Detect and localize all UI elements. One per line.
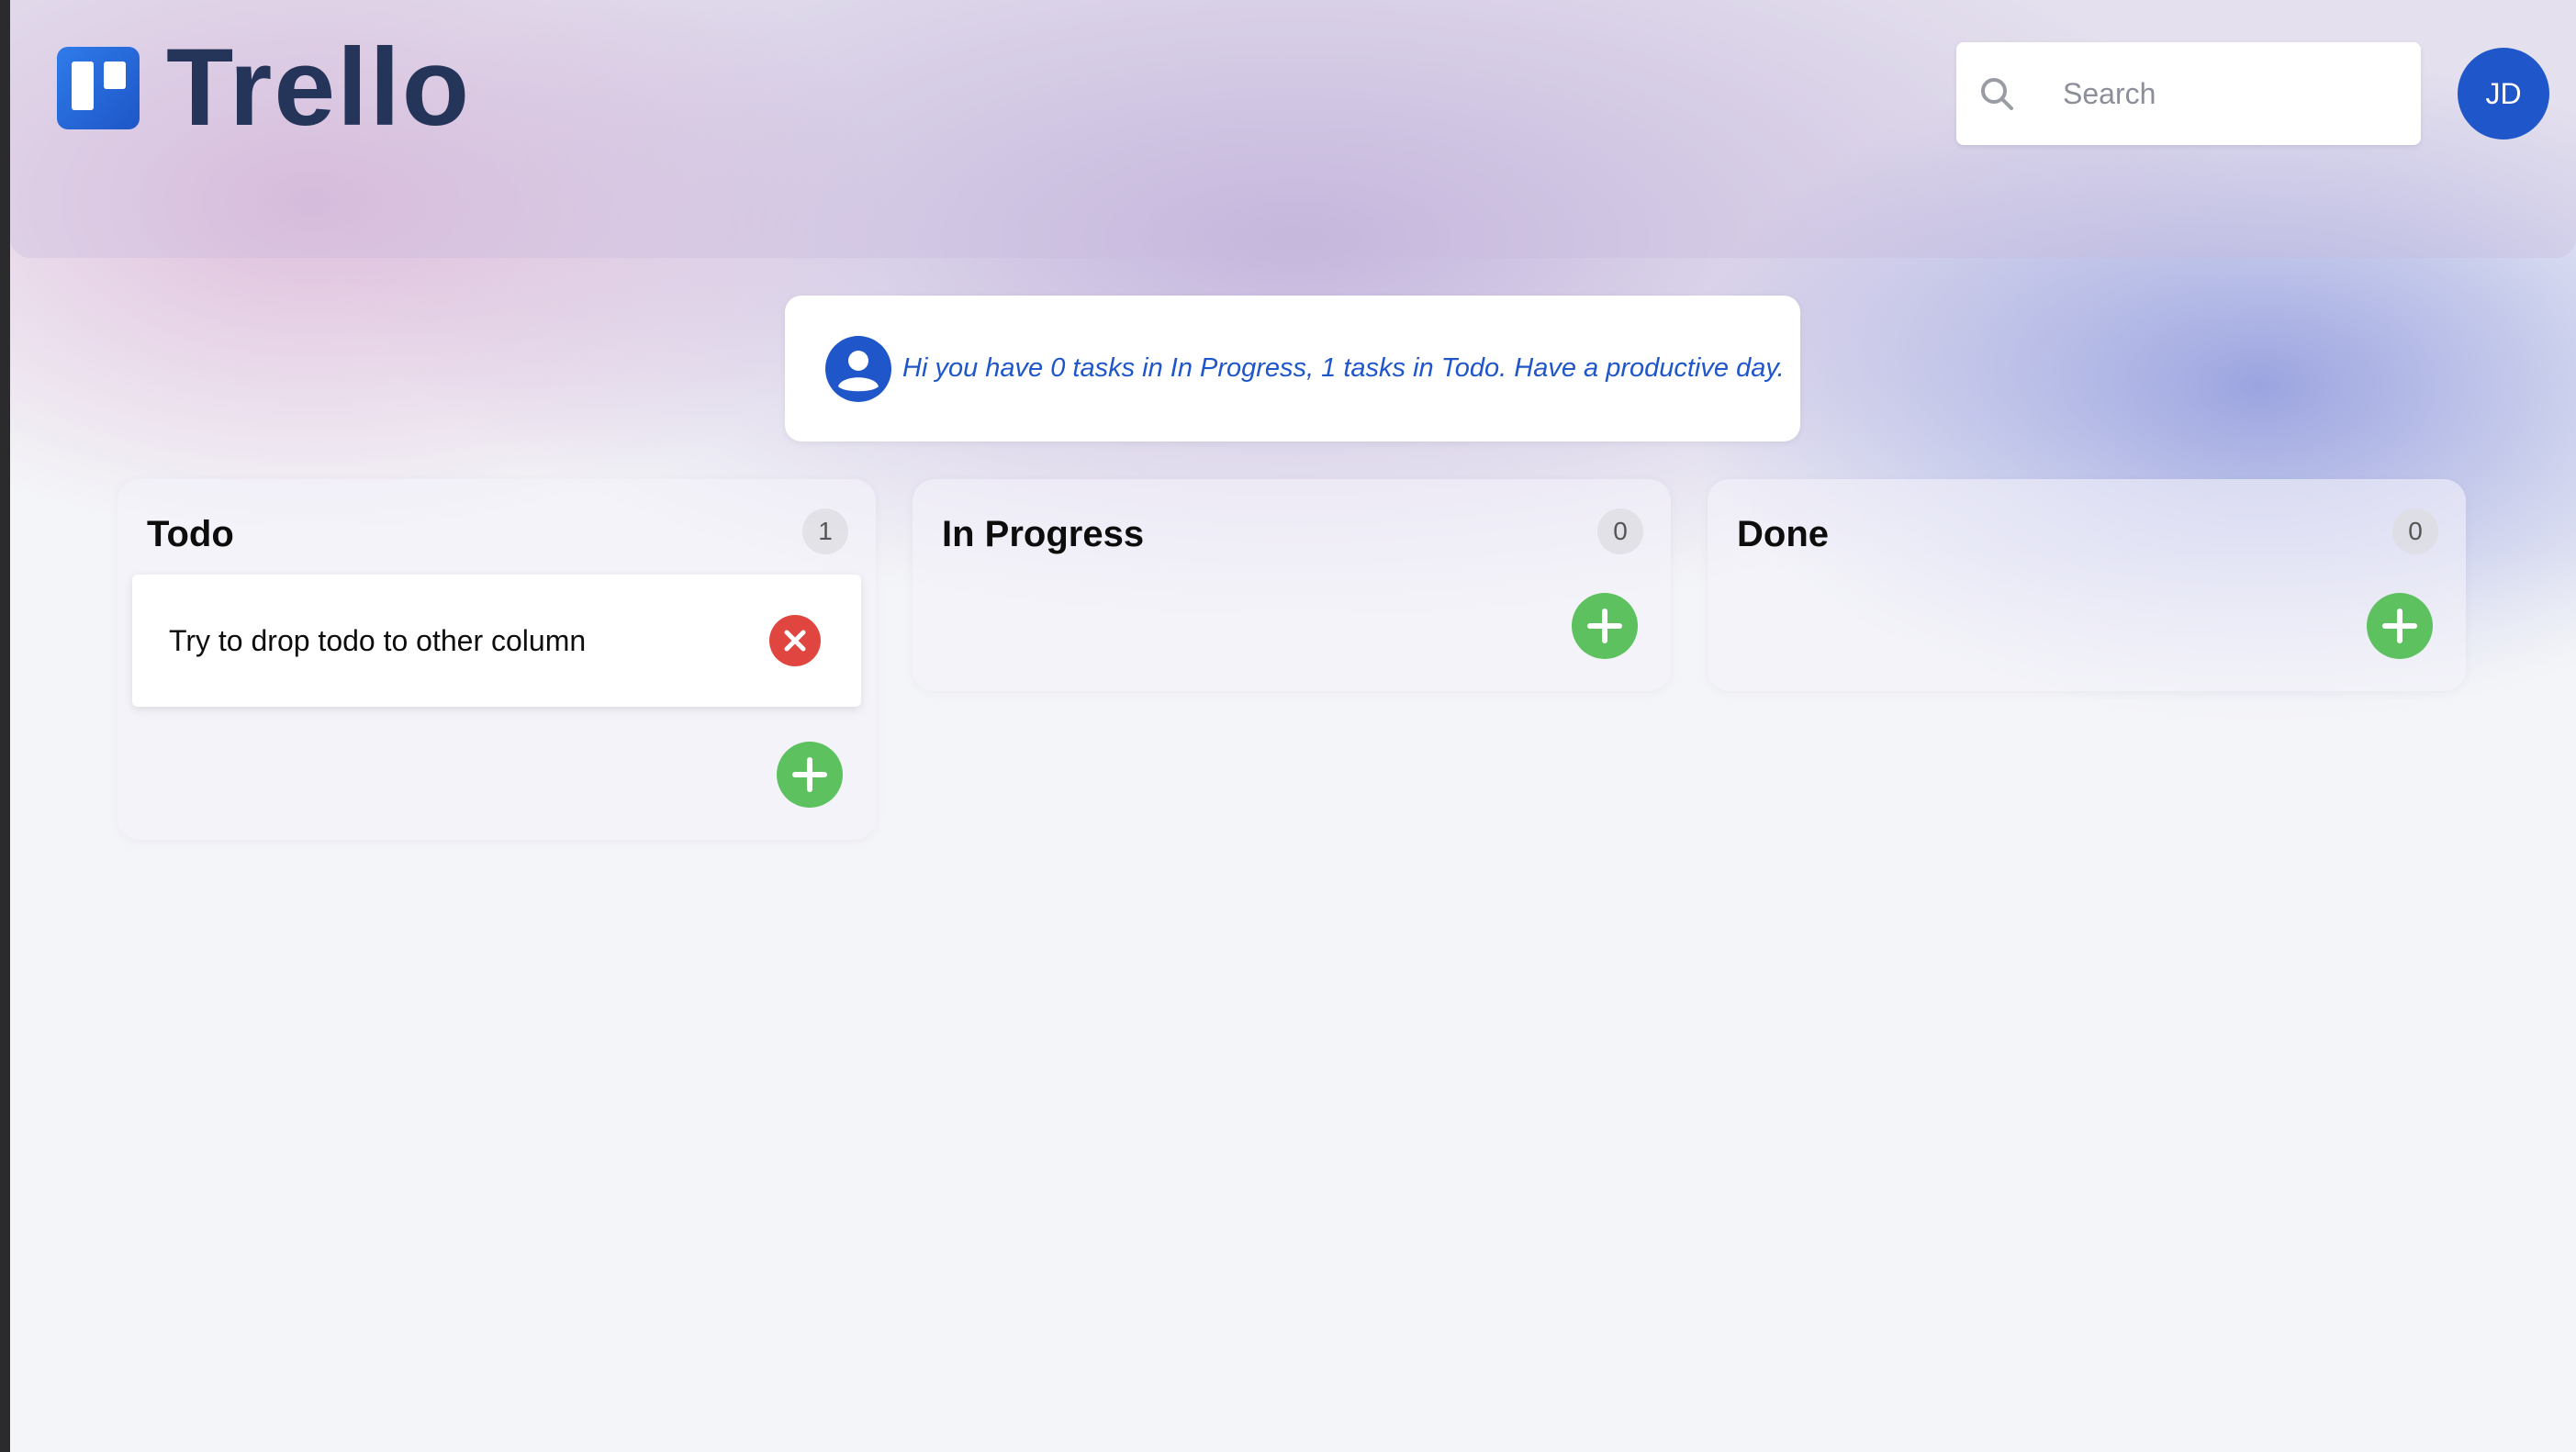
logo-bar-left <box>72 61 94 110</box>
column-count-badge: 0 <box>2392 508 2438 554</box>
user-avatar[interactable]: JD <box>2458 48 2549 140</box>
greeting-banner: Hi you have 0 tasks in In Progress, 1 ta… <box>785 296 1800 441</box>
close-circle-icon <box>769 615 821 666</box>
task-card-text: Try to drop todo to other column <box>169 624 587 657</box>
add-task-button[interactable] <box>2367 593 2433 659</box>
logo-bar-right <box>104 61 126 89</box>
search-box[interactable] <box>1956 42 2421 145</box>
column-title: Todo <box>147 514 234 554</box>
add-task-button[interactable] <box>777 742 843 808</box>
page: Trello JD Hi you have 0 tasks in In Prog… <box>0 0 2576 1452</box>
column-done[interactable]: Done 0 <box>1708 479 2466 691</box>
column-todo[interactable]: Todo 1 Try to drop todo to other column <box>118 479 876 840</box>
window-edge <box>0 0 10 1452</box>
plus-circle-icon <box>2367 593 2433 659</box>
column-count-badge: 1 <box>802 508 848 554</box>
top-header: Trello JD <box>10 0 2576 258</box>
user-circle-icon <box>825 336 891 402</box>
search-icon <box>1978 75 2015 112</box>
task-card[interactable]: Try to drop todo to other column <box>132 575 861 707</box>
trello-board-icon[interactable] <box>57 47 140 129</box>
column-count-badge: 0 <box>1597 508 1643 554</box>
delete-task-button[interactable] <box>769 615 821 666</box>
logo-text[interactable]: Trello <box>166 28 471 147</box>
add-task-button[interactable] <box>1572 593 1638 659</box>
column-in-progress[interactable]: In Progress 0 <box>913 479 1671 691</box>
column-title: Done <box>1737 514 1829 554</box>
greeting-text: Hi you have 0 tasks in In Progress, 1 ta… <box>902 353 1785 383</box>
plus-circle-icon <box>1572 593 1638 659</box>
search-input[interactable] <box>2063 66 2393 121</box>
plus-circle-icon <box>777 742 843 808</box>
column-title: In Progress <box>942 514 1145 554</box>
